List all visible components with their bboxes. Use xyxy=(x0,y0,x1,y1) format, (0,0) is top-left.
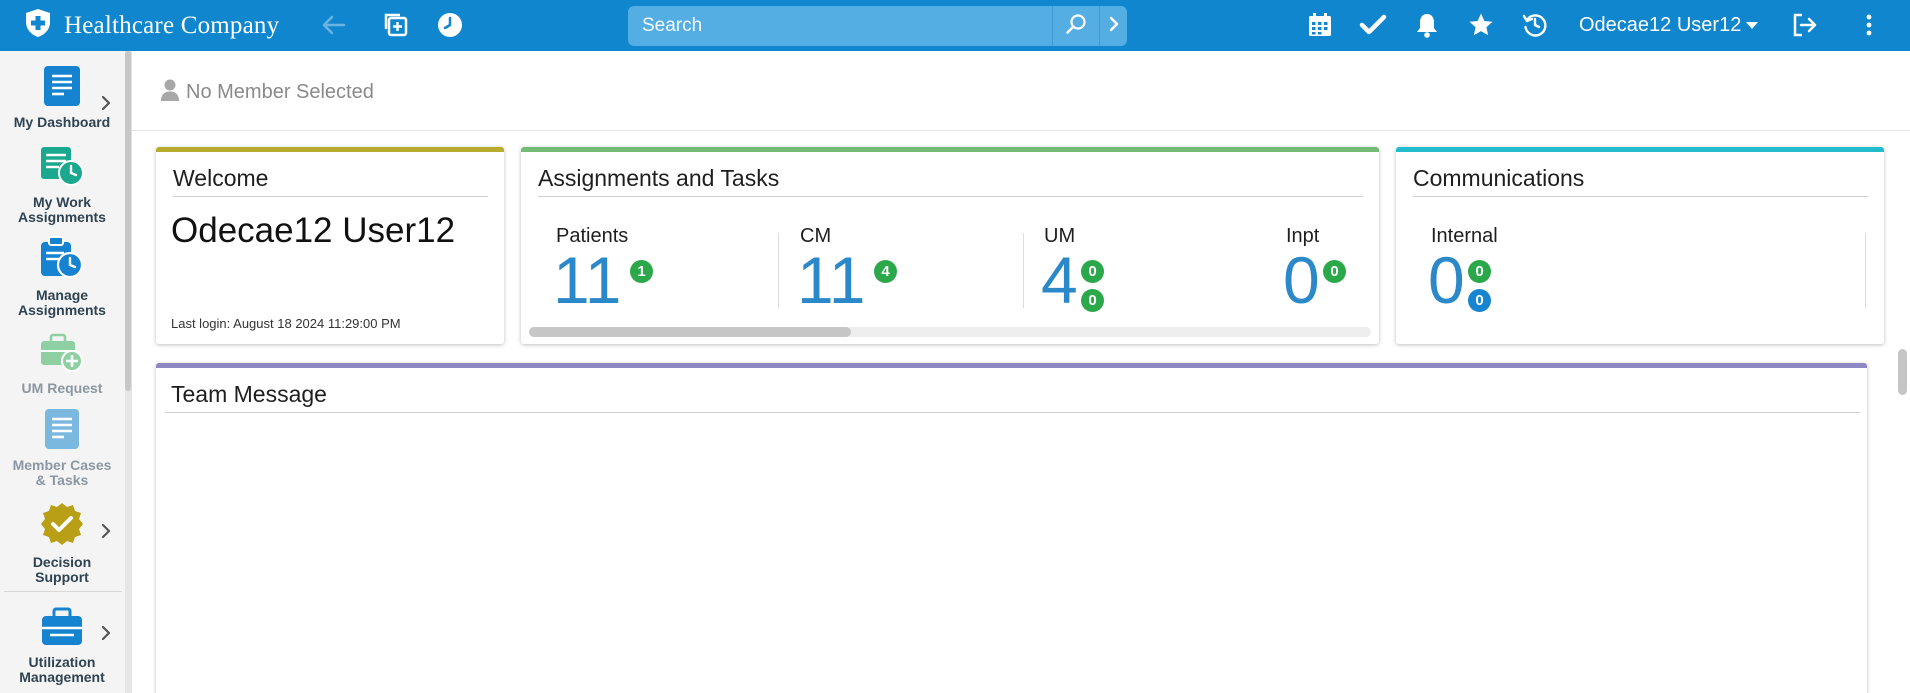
assignment-clock-icon xyxy=(39,236,85,285)
sidebar-item-label: Manage Assignments xyxy=(18,287,106,318)
assignments-tasks-card: Assignments and Tasks Patients 11 1 CM 1… xyxy=(521,147,1379,344)
member-header: No Member Selected xyxy=(132,51,1910,131)
communications-card: Communications Internal 0 0 0 xyxy=(1396,147,1884,344)
sidebar-item-utilization-management[interactable]: Utilization Management xyxy=(0,607,124,685)
stat-badge[interactable]: 1 xyxy=(630,260,653,283)
last-login: Last login: August 18 2024 11:29:00 PM xyxy=(171,316,401,331)
horizontal-scrollbar[interactable] xyxy=(529,327,1371,337)
stat-badge[interactable]: 0 xyxy=(1081,289,1104,312)
welcome-card: Welcome Odecae12 User12 Last login: Augu… xyxy=(156,147,504,344)
stat-inpt[interactable]: Inpt 0 0 xyxy=(1283,225,1346,313)
stat-badge[interactable]: 0 xyxy=(1081,260,1104,283)
stat-separator xyxy=(1865,233,1866,308)
card-accent-bar xyxy=(156,147,504,152)
sidebar: My Dashboard My Work Assignments Manage … xyxy=(0,51,132,693)
sidebar-item-label: UM Request xyxy=(21,380,103,396)
history-icon[interactable] xyxy=(1520,10,1550,40)
stat-cm[interactable]: CM 11 4 xyxy=(797,225,897,313)
stat-value[interactable]: 0 xyxy=(1283,247,1320,313)
brand-name: Healthcare Company xyxy=(64,11,280,39)
stat-internal[interactable]: Internal 0 0 0 xyxy=(1428,225,1498,313)
bell-icon[interactable] xyxy=(1412,10,1442,40)
top-navigation-bar: Healthcare Company Search Odecae12 User1… xyxy=(0,0,1910,51)
card-accent-bar xyxy=(521,147,1379,152)
welcome-user-name: Odecae12 User12 xyxy=(171,211,456,250)
sidebar-item-label: Utilization Management xyxy=(19,654,105,685)
stat-badge[interactable]: 0 xyxy=(1323,260,1346,283)
calendar-icon[interactable] xyxy=(1305,10,1335,40)
caret-down-icon xyxy=(1746,22,1759,29)
stat-badge[interactable]: 0 xyxy=(1468,289,1491,312)
dashboard-document-icon xyxy=(43,65,81,112)
stat-badge[interactable]: 4 xyxy=(874,260,897,283)
card-title: Team Message xyxy=(171,381,327,407)
card-divider xyxy=(173,196,488,197)
sidebar-item-label: Decision Support xyxy=(32,554,92,585)
stat-patients[interactable]: Patients 11 1 xyxy=(553,225,653,313)
clock-icon[interactable] xyxy=(435,10,465,40)
card-accent-bar xyxy=(1396,147,1884,152)
sidebar-divider xyxy=(4,591,122,592)
card-divider xyxy=(1413,196,1868,197)
sidebar-item-label: My Dashboard xyxy=(13,114,111,130)
badge-check-icon xyxy=(39,501,85,552)
stat-value[interactable]: 0 xyxy=(1428,247,1465,313)
card-divider xyxy=(165,412,1860,413)
sidebar-item-label: My Work Assignments xyxy=(18,194,106,225)
card-divider xyxy=(538,196,1363,197)
briefcase-plus-icon xyxy=(39,333,85,378)
user-name: Odecae12 User12 xyxy=(1579,14,1742,36)
logout-icon[interactable] xyxy=(1790,10,1820,40)
sidebar-item-my-work-assignments[interactable]: My Work Assignments xyxy=(0,145,124,225)
stat-separator xyxy=(778,233,779,308)
star-icon[interactable] xyxy=(1466,10,1496,40)
sidebar-item-um-request[interactable]: UM Request xyxy=(0,333,124,396)
card-title: Assignments and Tasks xyxy=(538,165,780,191)
team-message-card: Team Message xyxy=(156,363,1867,693)
shield-plus-icon xyxy=(24,8,64,43)
document-lines-icon xyxy=(43,408,81,455)
search-expand-button[interactable] xyxy=(1099,6,1127,46)
sidebar-item-manage-assignments[interactable]: Manage Assignments xyxy=(0,236,124,318)
sidebar-item-member-cases-tasks[interactable]: Member Cases & Tasks xyxy=(0,408,124,488)
more-vertical-icon[interactable] xyxy=(1854,10,1884,40)
sidebar-scrollbar-thumb[interactable] xyxy=(125,51,131,391)
sidebar-item-label: Member Cases & Tasks xyxy=(12,457,112,488)
stat-separator xyxy=(1023,233,1024,308)
card-title: Communications xyxy=(1413,165,1585,191)
clipboard-clock-icon xyxy=(39,145,85,192)
page-scrollbar-thumb[interactable] xyxy=(1898,349,1907,395)
user-icon xyxy=(160,79,180,106)
brand[interactable]: Healthcare Company xyxy=(24,0,279,51)
card-accent-bar xyxy=(156,363,1867,368)
chevron-right-icon[interactable] xyxy=(100,625,112,646)
sidebar-item-my-dashboard[interactable]: My Dashboard xyxy=(0,65,124,130)
stat-value[interactable]: 11 xyxy=(553,247,622,313)
user-menu[interactable]: Odecae12 User12 xyxy=(1579,0,1759,51)
card-title: Welcome xyxy=(173,165,269,191)
stat-value[interactable]: 11 xyxy=(797,247,866,313)
add-window-icon[interactable] xyxy=(381,10,411,40)
stat-badge[interactable]: 0 xyxy=(1468,260,1491,283)
stat-value[interactable]: 4 xyxy=(1041,247,1078,313)
sidebar-item-decision-support[interactable]: Decision Support xyxy=(0,501,124,585)
member-status: No Member Selected xyxy=(186,81,374,103)
search-button[interactable] xyxy=(1052,6,1099,46)
chevron-right-icon xyxy=(1108,16,1120,37)
search-input[interactable] xyxy=(628,6,1052,46)
stat-um[interactable]: UM 4 0 0 xyxy=(1041,225,1104,313)
scrollbar-thumb[interactable] xyxy=(529,327,851,337)
chevron-right-icon[interactable] xyxy=(100,95,112,116)
back-arrow-icon[interactable] xyxy=(318,10,348,40)
chevron-right-icon[interactable] xyxy=(100,523,112,544)
search-bar xyxy=(628,6,1127,46)
briefcase-icon xyxy=(40,607,84,652)
checkmark-icon[interactable] xyxy=(1358,10,1388,40)
search-icon xyxy=(1065,13,1087,40)
